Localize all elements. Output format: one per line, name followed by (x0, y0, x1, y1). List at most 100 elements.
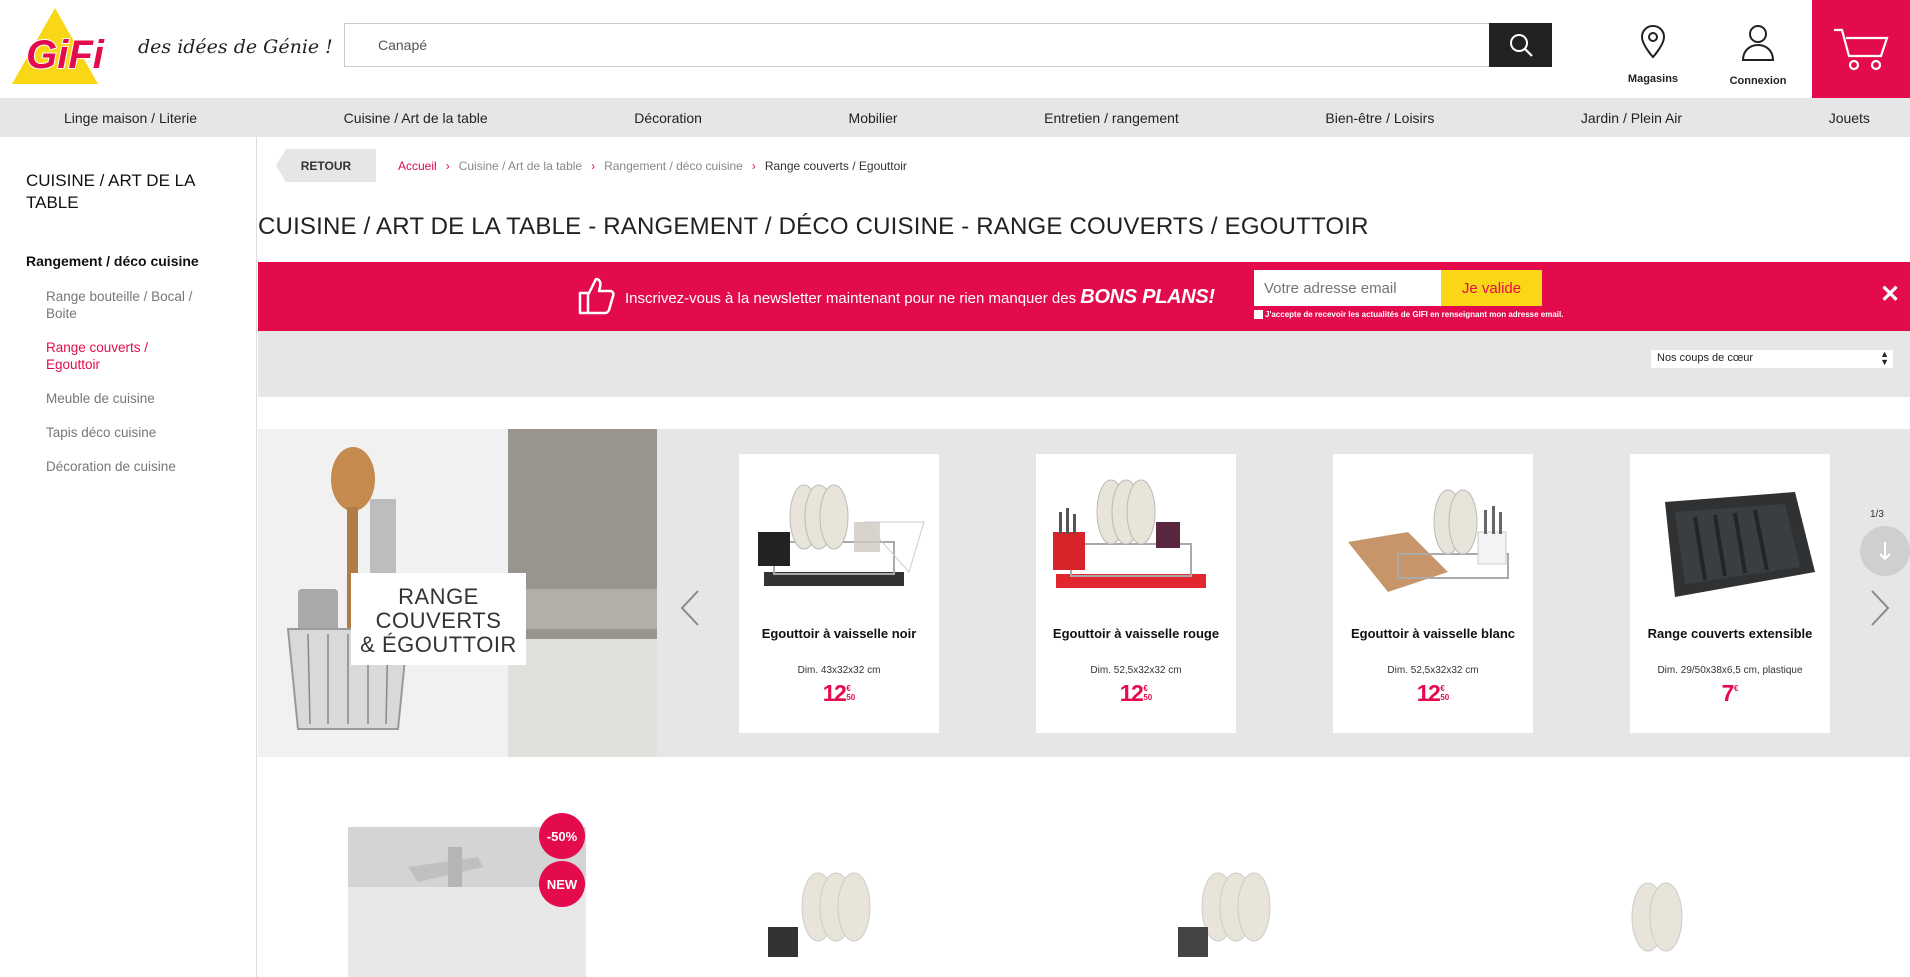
product-card[interactable]: Egouttoir à vaisselle blanc Dim. 52,5x32… (1333, 454, 1533, 733)
product-image[interactable] (1148, 827, 1318, 977)
category-banner[interactable]: RANGE COUVERTS & ÉGOUTTOIR (258, 429, 657, 757)
nav-item-jouets[interactable]: Jouets (1829, 110, 1870, 126)
sidebar-title: CUISINE / ART DE LA TABLE (26, 171, 195, 212)
chevron-right-icon: › (445, 159, 450, 173)
search-button[interactable] (1489, 23, 1552, 67)
product-price: 12€ 50 (739, 680, 939, 707)
product-name: Range couverts extensible (1647, 626, 1813, 641)
product-name: Egouttoir à vaisselle blanc (1351, 626, 1515, 641)
banner-label-line2: COUVERTS (375, 608, 502, 633)
price-decimals: 50 (1143, 693, 1153, 702)
breadcrumb: Accueil › Cuisine / Art de la table › Ra… (398, 159, 907, 173)
sidebar-category[interactable]: Rangement / déco cuisine (26, 253, 199, 269)
product-image (1665, 492, 1815, 597)
product-image (758, 484, 925, 586)
nav-item-mobilier[interactable]: Mobilier (849, 110, 898, 126)
chevron-right-icon: › (591, 159, 596, 173)
newsletter-banner: Inscrivez-vous à la newsletter maintenan… (258, 262, 1910, 331)
consent-label: J'accepte de recevoir les actualités de … (1265, 310, 1564, 319)
sidebar-item-range-couverts[interactable]: Range couverts / Egouttoir (46, 339, 196, 373)
price-currency: € (1733, 684, 1739, 693)
breadcrumb-home[interactable]: Accueil (398, 159, 437, 173)
search-input[interactable] (345, 24, 1489, 66)
product-image (1348, 489, 1509, 592)
price-integer: 7 (1721, 680, 1735, 706)
brand-tagline: des idées de Génie ! (138, 36, 333, 58)
product-price: 12€ 50 (1036, 680, 1236, 707)
chevron-right-icon[interactable] (1870, 589, 1890, 627)
newsletter-text-main: Inscrivez-vous à la newsletter maintenan… (625, 290, 1081, 307)
nav-item-decoration[interactable]: Décoration (634, 110, 702, 126)
product-price: 7€ (1630, 680, 1830, 707)
sort-select[interactable]: Nos coups de cœur ▲ ▼ (1651, 350, 1893, 368)
user-icon (1741, 25, 1775, 61)
newsletter-email-input[interactable] (1254, 270, 1441, 306)
sidebar-item-decoration[interactable]: Décoration de cuisine (46, 458, 226, 475)
product-row-2: -50% NEW (258, 757, 1910, 977)
page-title: CUISINE / ART DE LA TABLE - RANGEMENT / … (258, 213, 1369, 240)
nav-item-cuisine[interactable]: Cuisine / Art de la table (344, 110, 488, 126)
map-pin-icon (1640, 24, 1666, 59)
newsletter-submit-button[interactable]: Je valide (1441, 270, 1542, 306)
product-dimensions: Dim. 29/50x38x6,5 cm, plastique (1657, 665, 1803, 676)
price-currency: € (1143, 684, 1148, 693)
chevron-left-icon[interactable] (680, 589, 700, 627)
discount-badge: -50% (539, 813, 585, 859)
thumbs-up-icon (578, 277, 615, 315)
nav-item-bien-etre[interactable]: Bien-être / Loisirs (1325, 110, 1434, 126)
nav-item-linge-maison[interactable]: Linge maison / Literie (64, 110, 197, 126)
category-sidebar: CUISINE / ART DE LA TABLE Rangement / dé… (0, 137, 257, 977)
newsletter-text: Inscrivez-vous à la newsletter maintenan… (625, 286, 1215, 309)
stores-link[interactable]: Magasins (1618, 24, 1688, 85)
banner-label: RANGE COUVERTS & ÉGOUTTOIR (351, 573, 526, 665)
cart-button[interactable] (1812, 0, 1910, 98)
product-image[interactable] (748, 827, 918, 977)
sidebar-item-tapis[interactable]: Tapis déco cuisine (46, 424, 226, 441)
sort-selected-value: Nos coups de cœur (1657, 352, 1753, 364)
scroll-down-button[interactable] (1860, 526, 1910, 576)
product-card[interactable]: Egouttoir à vaisselle rouge Dim. 52,5x32… (1036, 454, 1236, 733)
newsletter-text-bold: BONS PLANS! (1080, 286, 1215, 308)
product-card[interactable]: Egouttoir à vaisselle noir Dim. 43x32x32… (739, 454, 939, 733)
breadcrumb-rangement[interactable]: Rangement / déco cuisine (604, 159, 743, 173)
price-integer: 12 (1119, 680, 1144, 706)
price-currency: € (1440, 684, 1445, 693)
nav-item-jardin[interactable]: Jardin / Plein Air (1581, 110, 1682, 126)
new-badge: NEW (539, 861, 585, 907)
price-decimals: 50 (1440, 693, 1450, 702)
chevron-right-icon: › (751, 159, 756, 173)
banner-label-line1: RANGE (398, 584, 479, 609)
site-header: GiFi des idées de Génie ! Magasins Conne… (0, 0, 1910, 98)
sidebar-item-range-bouteille[interactable]: Range bouteille / Bocal / Boite (46, 288, 226, 322)
banner-label-line3: & ÉGOUTTOIR (360, 632, 517, 657)
product-dimensions: Dim. 52,5x32x32 cm (1387, 665, 1479, 676)
product-card[interactable]: Range couverts extensible Dim. 29/50x38x… (1630, 454, 1830, 733)
price-decimals: 50 (846, 693, 856, 702)
product-carousel: RANGE COUVERTS & ÉGOUTTOIR Egouttoir à v… (258, 429, 1910, 757)
carousel-pager: 1/3 (1870, 509, 1884, 520)
gifi-logo[interactable]: GiFi (10, 6, 120, 88)
nav-item-entretien[interactable]: Entretien / rangement (1044, 110, 1179, 126)
newsletter-consent: J'accepte de recevoir les actualités de … (1254, 310, 1563, 319)
product-dimensions: Dim. 52,5x32x32 cm (1090, 665, 1182, 676)
cart-icon (1834, 28, 1889, 71)
search-bar (344, 23, 1552, 67)
price-integer: 12 (822, 680, 847, 706)
login-link[interactable]: Connexion (1723, 24, 1793, 87)
back-button[interactable]: RETOUR (276, 149, 376, 182)
search-icon (1509, 34, 1533, 57)
stores-label: Magasins (1627, 73, 1679, 85)
product-name: Egouttoir à vaisselle rouge (1052, 626, 1220, 641)
logo-text: GiFi (26, 33, 105, 77)
consent-checkbox[interactable] (1254, 310, 1263, 319)
breadcrumb-current: Range couverts / Egouttoir (764, 159, 907, 173)
price-integer: 12 (1416, 680, 1441, 706)
breadcrumb-cuisine[interactable]: Cuisine / Art de la table (459, 159, 582, 173)
product-price: 12€ 50 (1333, 680, 1533, 707)
product-image[interactable] (1588, 827, 1738, 977)
close-icon[interactable]: ✕ (1880, 280, 1900, 309)
select-arrows-icon: ▲ ▼ (1880, 349, 1889, 367)
product-name: Egouttoir à vaisselle noir (761, 626, 917, 641)
sidebar-item-meuble[interactable]: Meuble de cuisine (46, 390, 226, 407)
sort-bar: Nos coups de cœur ▲ ▼ (258, 331, 1910, 397)
